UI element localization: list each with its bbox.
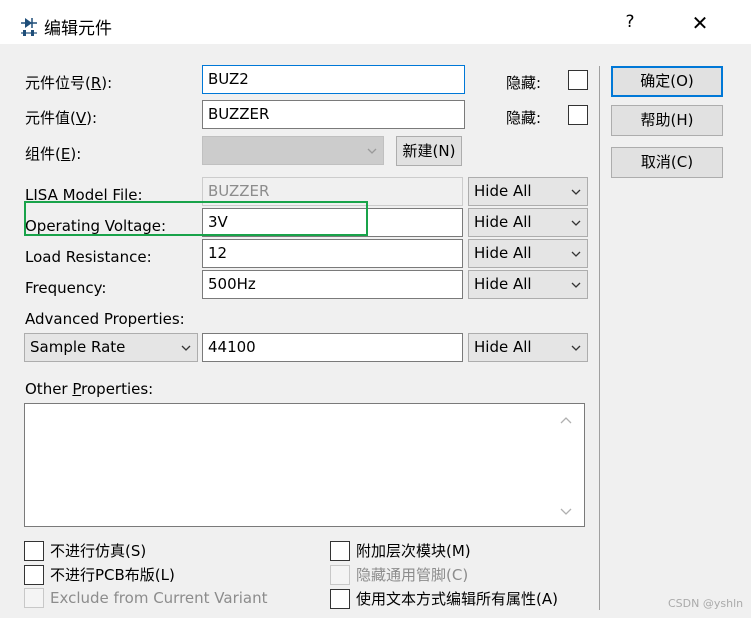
chevron-down-icon [571,282,581,288]
advanced-property-select[interactable]: Sample Rate [24,333,198,362]
chevron-down-icon [571,220,581,226]
exclude-simulation-label: 不进行仿真(S) [50,542,147,560]
chevron-down-icon [367,148,377,154]
property-label: Frequency: [25,279,107,297]
property-label: Load Resistance: [25,248,152,266]
visibility-value: Hide All [474,213,532,231]
attach-hierarchy-checkbox[interactable] [330,540,350,561]
property-visibility-select[interactable]: Hide All [468,208,588,237]
group-select[interactable] [202,136,384,165]
value-hidden-checkbox[interactable] [568,105,588,125]
exclude-variant-checkbox [24,588,44,608]
exclude-variant-label: Exclude from Current Variant [50,589,268,607]
group-label: 组件(E): [25,145,82,163]
divider [599,66,600,610]
visibility-value: Hide All [474,275,532,293]
advanced-visibility-select[interactable]: Hide All [468,333,588,362]
chevron-down-icon [181,345,191,351]
attach-hierarchy-label: 附加层次模块(M) [356,542,471,560]
property-value[interactable]: 12 [202,239,463,268]
close-icon[interactable]: ✕ [688,12,712,34]
component-edit-icon [21,18,37,36]
other-properties-textarea[interactable] [24,403,585,527]
attach-hierarchy-option[interactable]: 附加层次模块(M) [330,540,471,561]
property-value[interactable]: 500Hz [202,270,463,299]
help-icon[interactable]: ? [620,12,640,32]
ref-hidden-checkbox[interactable] [568,70,588,90]
exclude-pcb-checkbox[interactable] [24,564,44,585]
property-visibility-select[interactable]: Hide All [468,239,588,268]
watermark: CSDN @yshln [668,597,744,610]
value-input[interactable]: BUZZER [202,100,465,129]
chevron-down-icon [571,345,581,351]
ref-label: 元件位号(R): [25,74,113,92]
value-label: 元件值(V): [25,109,98,127]
edit-as-text-checkbox[interactable] [330,588,350,609]
property-visibility-select[interactable]: Hide All [468,270,588,299]
scroll-up-icon[interactable] [560,416,572,424]
value-hidden-label: 隐藏: [506,109,542,127]
advanced-properties-label: Advanced Properties: [25,310,185,328]
hide-common-pins-label: 隐藏通用管脚(C) [356,566,469,584]
visibility-value: Hide All [474,338,532,356]
visibility-value: Hide All [474,244,532,262]
other-properties-label: Other Properties: [25,380,154,398]
exclude-pcb-label: 不进行PCB布版(L) [50,566,175,584]
exclude-simulation-option[interactable]: 不进行仿真(S) [24,540,146,561]
highlight-annotation [24,201,368,236]
ref-hidden-label: 隐藏: [506,74,542,92]
property-visibility-select[interactable]: Hide All [468,177,588,206]
cancel-button[interactable]: 取消(C) [611,147,723,178]
advanced-property-value[interactable]: 44100 [202,333,463,362]
window-title: 编辑元件 [44,19,112,39]
hide-common-pins-option: 隐藏通用管脚(C) [330,564,468,585]
exclude-pcb-option[interactable]: 不进行PCB布版(L) [24,564,175,585]
edit-as-text-option[interactable]: 使用文本方式编辑所有属性(A) [330,588,558,609]
chevron-down-icon [571,189,581,195]
edit-as-text-label: 使用文本方式编辑所有属性(A) [356,590,558,608]
exclude-simulation-checkbox[interactable] [24,540,44,561]
ref-input[interactable]: BUZ2 [202,65,465,94]
chevron-down-icon [571,251,581,257]
hide-common-pins-checkbox [330,564,350,585]
advanced-property-selected: Sample Rate [30,338,126,356]
exclude-variant-option: Exclude from Current Variant [24,588,268,608]
new-button[interactable]: 新建(N) [396,136,462,166]
help-button[interactable]: 帮助(H) [611,105,723,136]
visibility-value: Hide All [474,182,532,200]
ok-button[interactable]: 确定(O) [611,66,723,97]
scroll-down-icon[interactable] [560,508,572,516]
